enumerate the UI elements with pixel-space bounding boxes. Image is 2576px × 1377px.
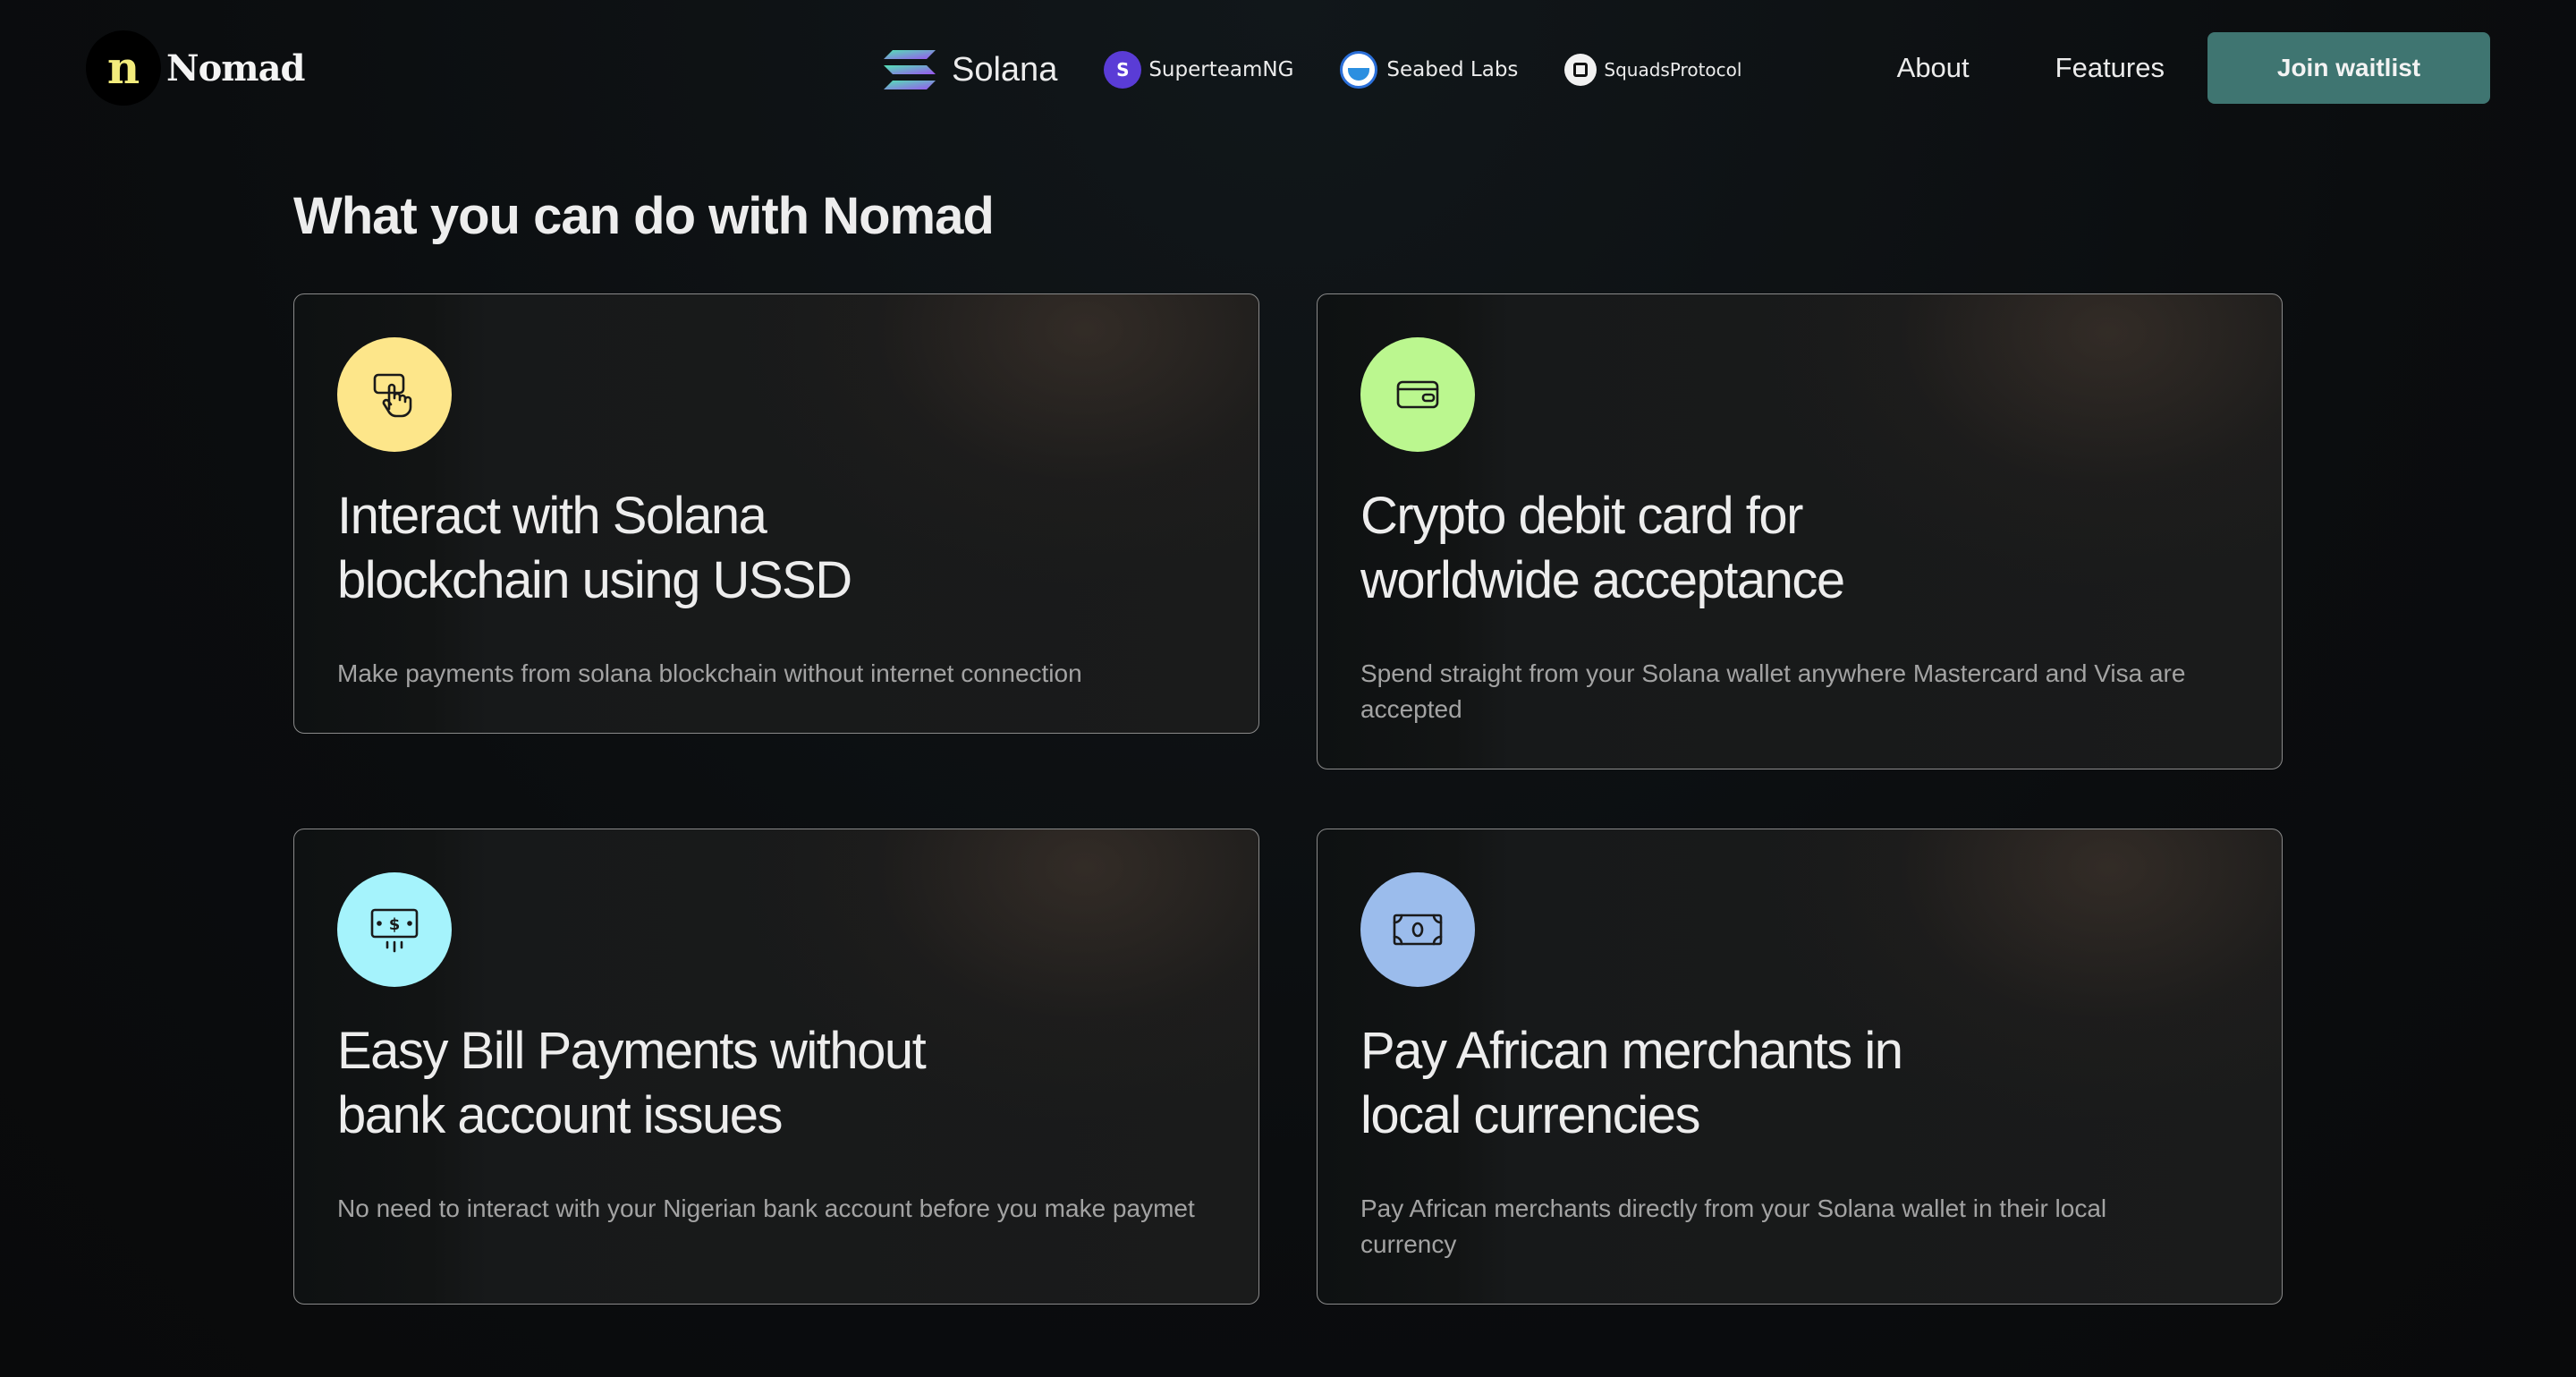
banknote-icon	[1360, 872, 1475, 987]
tap-finger-icon	[337, 337, 452, 452]
nav-features-link[interactable]: Features	[2055, 52, 2165, 84]
partner-name-solana: Solana	[952, 50, 1058, 89]
feature-title-line: Crypto debit card for	[1360, 487, 1803, 545]
partner-logos: Solana S SuperteamNG Seabed Labs SquadsP…	[884, 43, 1788, 97]
logo-badge: n	[86, 30, 161, 106]
main-nav: About Features Join waitlist	[1897, 32, 2490, 104]
feature-description: No need to interact with your Nigerian b…	[337, 1194, 1195, 1222]
solana-logo-icon	[884, 50, 936, 89]
feature-title: Easy Bill Payments without bank account …	[337, 1019, 1106, 1148]
feature-title-line: local currencies	[1360, 1086, 1700, 1144]
feature-description: Spend straight from your Solana wallet a…	[1360, 659, 2186, 723]
svg-text:$: $	[389, 915, 401, 934]
nav-about-link[interactable]: About	[1897, 52, 1970, 84]
superteam-logo-icon: S	[1104, 51, 1142, 89]
partner-name-seabed: Seabed Labs	[1386, 58, 1519, 81]
feature-title-line: bank account issues	[337, 1086, 784, 1144]
brand-name: Nomad	[166, 47, 305, 89]
seabed-labs-logo-icon	[1340, 51, 1378, 89]
brand-logo[interactable]: n Nomad	[86, 30, 305, 106]
section-title: What you can do with Nomad	[293, 187, 995, 245]
wallet-card-icon	[1360, 337, 1475, 452]
partner-name-superteam: SuperteamNG	[1148, 58, 1294, 81]
partner-seabed: Seabed Labs	[1340, 51, 1518, 89]
feature-card-ussd: Interact with Solana blockchain using US…	[293, 293, 1259, 734]
partner-squads: SquadsProtocol	[1564, 54, 1741, 86]
feature-card-debit: Crypto debit card for worldwide acceptan…	[1317, 293, 2283, 769]
feature-card-bills: $ Easy Bill Payments without bank accoun…	[293, 829, 1259, 1305]
feature-title-line: Interact with Solana	[337, 487, 767, 545]
feature-title-line: Easy Bill Payments without	[337, 1022, 927, 1080]
site-header: n Nomad Solana S SuperteamNG Seabed Labs…	[0, 0, 2576, 134]
feature-title: Crypto debit card for worldwide acceptan…	[1360, 484, 2130, 613]
feature-title: Pay African merchants in local currencie…	[1360, 1019, 2130, 1148]
partner-solana: Solana	[884, 48, 1057, 91]
squads-logo-icon	[1564, 54, 1597, 86]
feature-description: Pay African merchants directly from your…	[1360, 1194, 2107, 1258]
feature-title: Interact with Solana blockchain using US…	[337, 484, 1106, 613]
bill-dollar-icon: $	[337, 872, 452, 987]
feature-description: Make payments from solana blockchain wit…	[337, 659, 1082, 687]
feature-title-line: worldwide acceptance	[1360, 551, 1845, 609]
feature-title-line: blockchain using USSD	[337, 551, 852, 609]
join-waitlist-button[interactable]: Join waitlist	[2207, 32, 2490, 104]
partner-superteam: S SuperteamNG	[1104, 51, 1293, 89]
partner-name-squads: SquadsProtocol	[1604, 59, 1742, 81]
feature-card-merchants: Pay African merchants in local currencie…	[1317, 829, 2283, 1305]
feature-title-line: Pay African merchants in	[1360, 1022, 1903, 1080]
